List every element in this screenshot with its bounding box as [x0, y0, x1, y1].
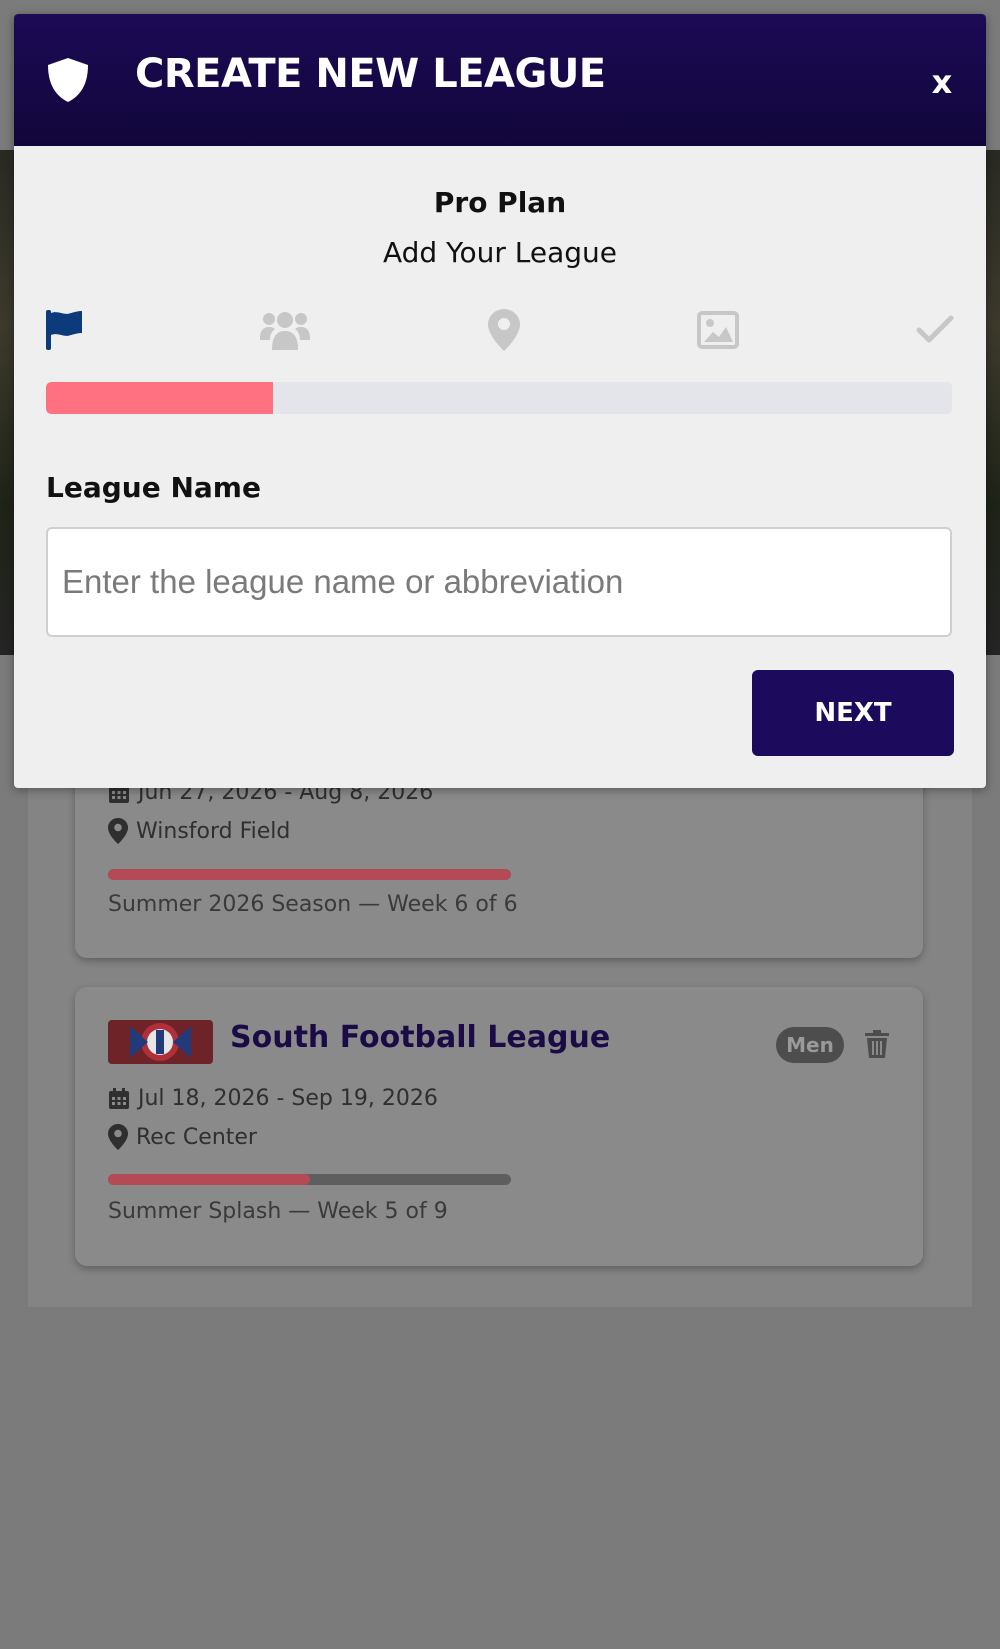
users-icon[interactable] — [260, 310, 310, 350]
league-logo — [108, 1020, 213, 1064]
league-card[interactable]: South Football League Men Jul 18, 2026 -… — [75, 987, 923, 1266]
league-location: Rec Center — [136, 1124, 257, 1150]
league-dates: Jul 18, 2026 - Sep 19, 2026 — [138, 1086, 438, 1111]
map-marker-icon — [108, 1124, 128, 1150]
next-button[interactable]: NEXT — [752, 670, 954, 756]
league-location-row: Winsford Field — [108, 818, 290, 844]
shield-icon — [48, 58, 88, 102]
league-location-row: Rec Center — [108, 1124, 257, 1150]
season-status: Summer Splash — Week 5 of 9 — [108, 1199, 448, 1224]
league-name-label: League Name — [46, 471, 261, 504]
gender-badge: Men — [776, 1027, 844, 1063]
step-progress-bar — [46, 382, 952, 414]
season-progress-bar — [108, 1174, 511, 1185]
league-name[interactable]: South Football League — [230, 1020, 610, 1055]
league-name-input[interactable] — [46, 527, 952, 637]
modal-header: CREATE NEW LEAGUE x — [14, 14, 986, 146]
plan-subtitle: Add Your League — [382, 236, 618, 269]
map-marker-icon — [108, 818, 128, 844]
plan-title: Pro Plan — [433, 186, 567, 219]
step-progress-fill — [46, 382, 273, 414]
map-marker-icon[interactable] — [488, 309, 520, 351]
league-dates-row: Jul 18, 2026 - Sep 19, 2026 — [108, 1086, 438, 1111]
season-progress-fill — [108, 869, 511, 880]
calendar-icon — [109, 1087, 129, 1109]
create-league-modal: CREATE NEW LEAGUE x Pro Plan Add Your Le… — [14, 14, 986, 788]
season-status: Summer 2026 Season — Week 6 of 6 — [108, 892, 518, 917]
trash-icon[interactable] — [865, 1030, 889, 1058]
flag-icon[interactable] — [46, 310, 82, 350]
season-progress-bar — [108, 869, 511, 880]
modal-title: CREATE NEW LEAGUE — [135, 51, 606, 97]
image-icon[interactable] — [697, 311, 739, 349]
checkmark-icon[interactable] — [916, 315, 954, 345]
close-button[interactable]: x — [922, 62, 962, 102]
season-progress-fill — [108, 1174, 310, 1185]
league-location: Winsford Field — [136, 818, 291, 844]
